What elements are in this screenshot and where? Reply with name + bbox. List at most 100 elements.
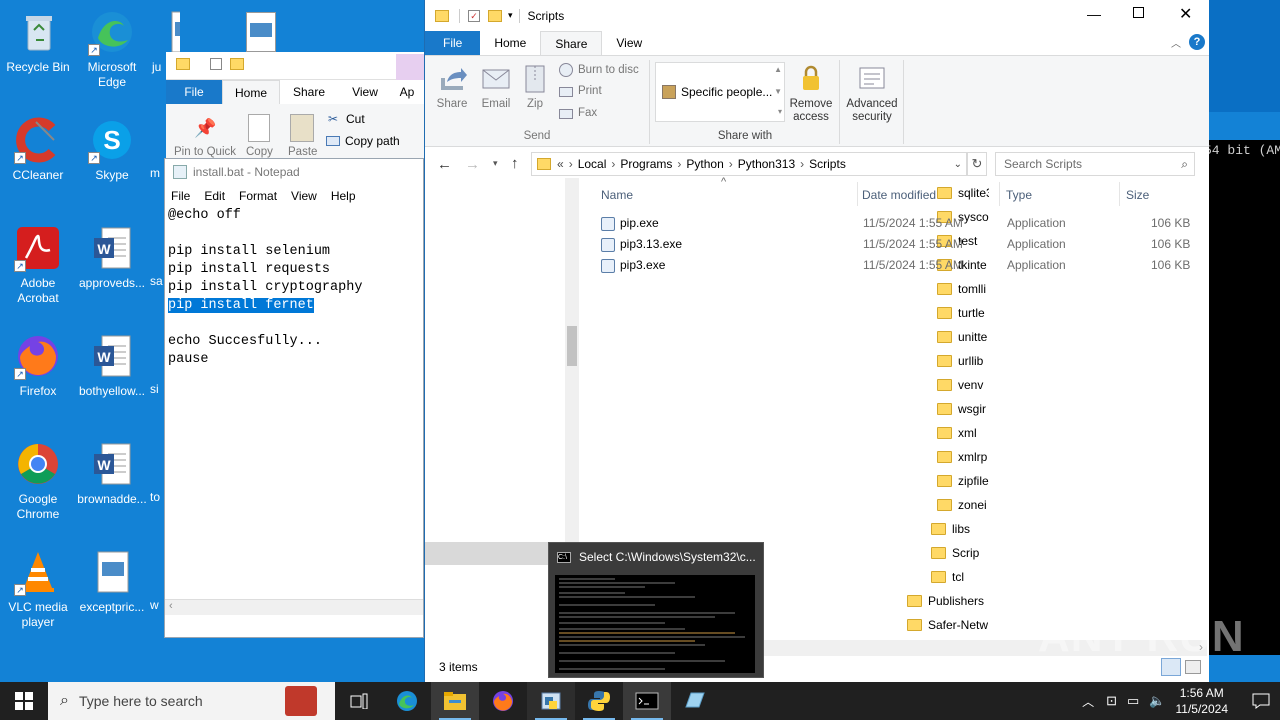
image-file-icon-2[interactable]: [246, 12, 276, 52]
specific-people-item[interactable]: Specific people...: [681, 85, 772, 99]
refresh-icon[interactable]: ↻: [967, 152, 987, 176]
breadcrumb-local[interactable]: Local: [578, 157, 607, 171]
menu-view[interactable]: View: [291, 189, 317, 203]
notepad-horizontal-scrollbar[interactable]: ‹: [165, 599, 423, 615]
breadcrumb-programs[interactable]: Programs: [620, 157, 672, 171]
tab-file[interactable]: File: [425, 31, 481, 55]
copy-path-button[interactable]: Copy path: [345, 134, 400, 148]
column-header-date[interactable]: Date modified: [862, 188, 936, 202]
pin-to-quick-label[interactable]: Pin to Quick: [174, 146, 236, 158]
desktop-icon-vlc[interactable]: ↗ VLC media player: [0, 548, 76, 630]
wifi-icon[interactable]: ▭: [1127, 693, 1139, 709]
file-row[interactable]: pip3.exe 11/5/2024 1:55 AM Application 1…: [601, 255, 1201, 276]
menu-help[interactable]: Help: [331, 189, 356, 203]
breadcrumb-overflow[interactable]: «: [557, 157, 564, 171]
taskbar-app[interactable]: [671, 682, 719, 720]
burn-button[interactable]: Burn to disc: [559, 63, 639, 77]
desktop-icon-ccleaner[interactable]: ↗ CCleaner: [0, 116, 76, 183]
nav-tree-item[interactable]: Publishers: [907, 590, 989, 612]
desktop-icon-chrome[interactable]: Google Chrome: [0, 440, 76, 522]
desktop-icon-bothyellow[interactable]: W bothyellow...: [74, 332, 150, 399]
collapse-ribbon-icon[interactable]: ︿: [1171, 35, 1181, 50]
maximize-icon[interactable]: [1133, 7, 1144, 18]
desktop-icon-exceptpric[interactable]: exceptpric...: [74, 548, 150, 615]
email-button[interactable]: Email: [479, 64, 513, 111]
taskbar-clock[interactable]: 1:56 AM 11/5/2024: [1176, 685, 1229, 717]
desktop-icon-edge[interactable]: ↗ Microsoft Edge: [74, 8, 150, 90]
large-icons-view-icon[interactable]: [1185, 660, 1201, 674]
address-bar[interactable]: « › Local › Programs › Python › Python313 › S…: [531, 152, 967, 176]
nav-tree-item[interactable]: turtle: [937, 302, 989, 324]
recent-locations-chevron-icon[interactable]: ▾: [493, 158, 498, 169]
taskbar-python[interactable]: [575, 682, 623, 720]
taskbar-edge[interactable]: [383, 682, 431, 720]
tab-share[interactable]: Share: [540, 31, 603, 55]
cut-button-bg[interactable]: Cut: [346, 112, 365, 126]
forward-arrow-icon[interactable]: →: [465, 156, 480, 173]
nav-tree-item[interactable]: unitte: [937, 326, 989, 348]
desktop-icon-brownadde[interactable]: W brownadde...: [74, 440, 150, 507]
taskbar-firefox[interactable]: [479, 682, 527, 720]
start-button[interactable]: [0, 682, 48, 720]
tab-view-bg[interactable]: View: [338, 80, 392, 104]
tab-ap-bg[interactable]: Ap: [392, 80, 422, 104]
paste-button-bg[interactable]: Paste: [288, 146, 317, 158]
back-arrow-icon[interactable]: ←: [437, 156, 452, 173]
zip-button[interactable]: Zip: [521, 64, 549, 111]
share-button[interactable]: Share: [435, 64, 469, 111]
remove-access-button[interactable]: Remove access: [787, 64, 835, 124]
fax-button[interactable]: Fax: [559, 107, 597, 120]
file-row[interactable]: pip3.13.exe 11/5/2024 1:55 AM Applicatio…: [601, 234, 1201, 255]
help-icon[interactable]: ?: [1189, 34, 1205, 50]
tab-home[interactable]: Home: [480, 31, 540, 55]
menu-format[interactable]: Format: [239, 189, 277, 203]
menu-edit[interactable]: Edit: [204, 189, 225, 203]
nav-tree-item[interactable]: wsgir: [937, 398, 989, 420]
breadcrumb-python313[interactable]: Python313: [738, 157, 795, 171]
column-header-size[interactable]: Size: [1126, 188, 1149, 202]
task-view-button[interactable]: [335, 682, 383, 720]
file-row[interactable]: pip.exe 11/5/2024 1:55 AM Application 10…: [601, 213, 1201, 234]
up-arrow-icon[interactable]: ↑: [511, 155, 519, 172]
desktop-icon-skype[interactable]: S ↗ Skype: [74, 116, 150, 183]
tab-file-bg[interactable]: File: [166, 80, 222, 104]
advanced-security-button[interactable]: Advanced security: [843, 64, 901, 124]
nav-tree-item[interactable]: zonei: [937, 494, 989, 516]
nav-tree-item[interactable]: xml: [937, 422, 989, 444]
tab-view[interactable]: View: [602, 31, 656, 55]
notifications-button[interactable]: [1242, 682, 1280, 720]
volume-icon[interactable]: 🔈: [1149, 693, 1165, 709]
new-folder-icon[interactable]: [488, 9, 502, 22]
tab-home-bg[interactable]: Home: [222, 80, 280, 104]
notepad-text-area[interactable]: @echo off pip install selenium pip install…: [165, 207, 423, 369]
nav-tree-item[interactable]: libs: [931, 518, 989, 540]
taskbar-python-installer[interactable]: [527, 682, 575, 720]
nav-tree-item[interactable]: tcl: [931, 566, 989, 588]
desktop-icon-recycle-bin[interactable]: Recycle Bin: [0, 8, 76, 75]
address-dropdown-icon[interactable]: ⌄: [954, 159, 962, 170]
nav-scrollbar-thumb[interactable]: [567, 326, 577, 366]
nav-tree-item[interactable]: tomlli: [937, 278, 989, 300]
menu-file[interactable]: File: [171, 189, 190, 203]
taskbar-file-explorer[interactable]: [431, 682, 479, 720]
copy-button-bg[interactable]: Copy: [246, 146, 273, 158]
minimize-icon[interactable]: —: [1087, 6, 1101, 22]
nav-tree-item[interactable]: zipfile: [937, 470, 989, 492]
print-button[interactable]: Print: [559, 85, 602, 98]
nav-tree-item[interactable]: Safer-Netw: [907, 614, 989, 636]
share-with-gallery[interactable]: Specific people... ▲ ▼ ▾: [655, 62, 785, 122]
tab-share-bg[interactable]: Share: [280, 80, 338, 104]
cmd-thumbnail-preview[interactable]: C:\ Select C:\Windows\System32\c...: [548, 542, 764, 678]
properties-icon[interactable]: ✓: [468, 9, 480, 22]
network-icon[interactable]: ⊡: [1106, 693, 1117, 709]
taskbar-search-box[interactable]: ⌕ Type here to search: [48, 682, 335, 720]
taskbar-cmd[interactable]: [623, 682, 671, 720]
nav-tree-item[interactable]: venv: [937, 374, 989, 396]
desktop-icon-acrobat[interactable]: ↗ Adobe Acrobat: [0, 224, 76, 306]
search-box[interactable]: Search Scripts ⌕: [995, 152, 1195, 176]
column-header-type[interactable]: Type: [1006, 188, 1032, 202]
nav-tree-item[interactable]: xmlrp: [937, 446, 989, 468]
show-hidden-icons-chevron-icon[interactable]: ︿: [1082, 693, 1094, 710]
qat-dropdown-icon[interactable]: ▾: [508, 10, 513, 21]
desktop-icon-approveds[interactable]: W approveds...: [74, 224, 150, 291]
